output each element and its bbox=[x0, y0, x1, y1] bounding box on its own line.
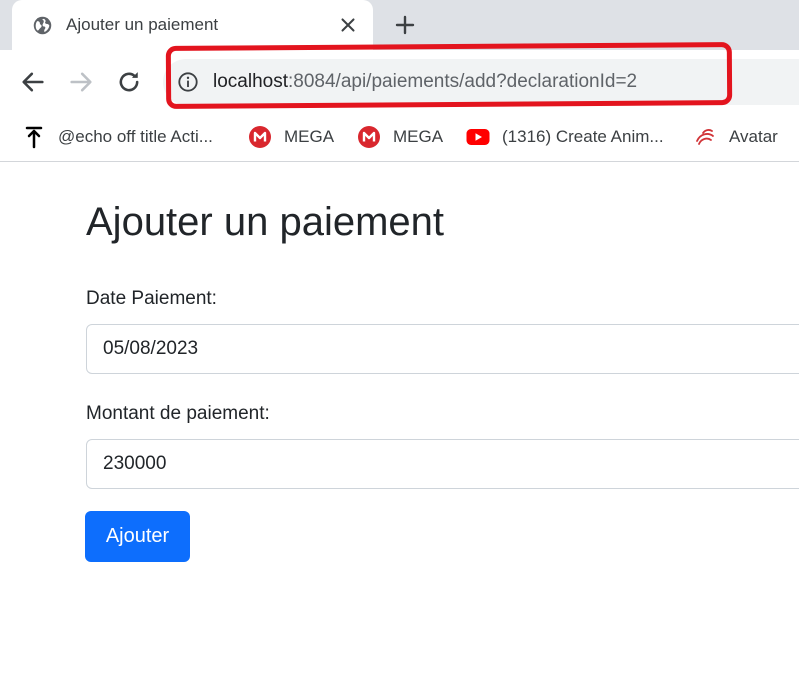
bookmark-item[interactable]: MEGA bbox=[248, 124, 334, 150]
bookmarks-bar: @echo off title Acti... MEGA MEGA (1316)… bbox=[0, 114, 799, 162]
globe-icon bbox=[33, 16, 52, 35]
amount-label: Montant de paiement: bbox=[86, 403, 270, 424]
date-label: Date Paiement: bbox=[86, 288, 217, 309]
close-icon[interactable] bbox=[337, 14, 359, 36]
swirl-icon bbox=[696, 129, 714, 145]
arrow-right-icon[interactable] bbox=[67, 68, 95, 96]
bookmark-label: MEGA bbox=[284, 127, 335, 146]
url-host: localhost bbox=[213, 71, 288, 92]
tab-strip: Ajouter un paiement bbox=[0, 0, 799, 50]
submit-button[interactable]: Ajouter bbox=[85, 511, 190, 562]
bookmark-label: MEGA bbox=[393, 127, 444, 146]
pin-icon bbox=[25, 126, 43, 149]
bookmark-label: @echo off title Acti... bbox=[58, 127, 213, 146]
bookmark-item[interactable]: Avatar bbox=[693, 124, 778, 150]
reload-icon[interactable] bbox=[115, 68, 143, 96]
bookmark-label: Avatar bbox=[729, 127, 778, 146]
bookmark-item[interactable]: MEGA bbox=[357, 124, 443, 150]
url-path: :8084/api/paiements/add?declarationId=2 bbox=[288, 71, 638, 92]
tab-title: Ajouter un paiement bbox=[66, 15, 219, 34]
address-bar[interactable]: localhost:8084/api/paiements/add?declara… bbox=[163, 59, 799, 105]
mega-icon bbox=[249, 126, 271, 148]
page-title: Ajouter un paiement bbox=[86, 200, 445, 244]
bookmark-item[interactable]: (1316) Create Anim... bbox=[466, 124, 664, 150]
amount-input[interactable] bbox=[86, 439, 799, 489]
info-icon[interactable] bbox=[177, 71, 199, 93]
bookmark-item[interactable]: @echo off title Acti... bbox=[22, 124, 213, 150]
browser-toolbar: localhost:8084/api/paiements/add?declara… bbox=[0, 50, 799, 114]
browser-tab[interactable]: Ajouter un paiement bbox=[12, 0, 373, 50]
date-input[interactable] bbox=[86, 324, 799, 374]
plus-icon[interactable] bbox=[393, 13, 417, 37]
bookmark-label: (1316) Create Anim... bbox=[502, 127, 664, 146]
mega-icon bbox=[358, 126, 380, 148]
youtube-icon bbox=[466, 129, 490, 145]
arrow-left-icon[interactable] bbox=[19, 68, 47, 96]
url-text[interactable]: localhost:8084/api/paiements/add?declara… bbox=[213, 71, 637, 93]
